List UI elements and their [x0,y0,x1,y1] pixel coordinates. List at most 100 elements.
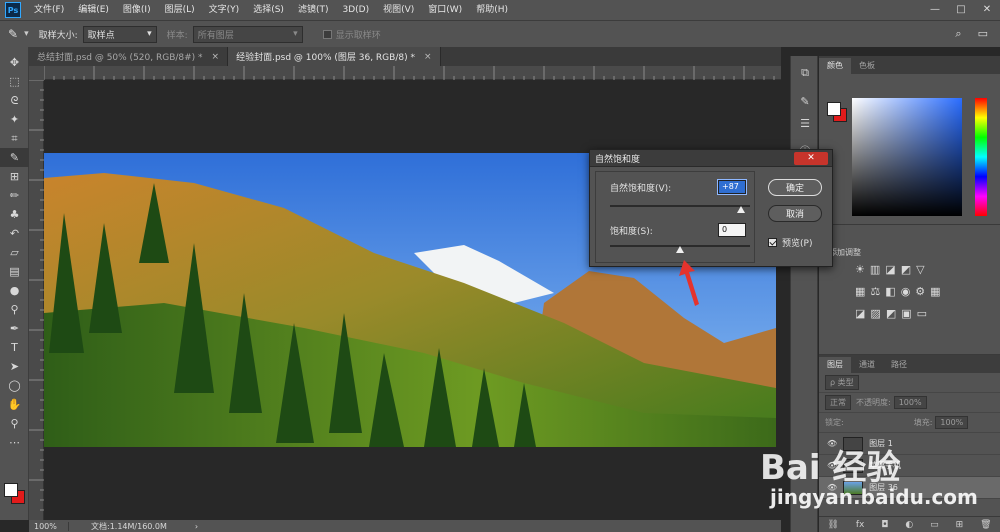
tab-swatches[interactable]: 色板 [851,58,883,74]
close-icon[interactable]: × [212,52,220,62]
ok-button[interactable]: 确定 [768,179,822,196]
menu-image[interactable]: 图像(I) [116,0,158,20]
foreground-color-swatch[interactable] [4,483,18,497]
pen-tool-icon[interactable]: ✒ [0,319,29,338]
tab-layers[interactable]: 图层 [819,357,851,373]
menu-view[interactable]: 视图(V) [376,0,421,20]
tab-experience-cover[interactable]: 经验封面.psd @ 100% (图层 36, RGB/8) * × [228,47,441,66]
more-tools-icon[interactable]: ⋯ [0,433,29,452]
tab-color[interactable]: 颜色 [819,58,851,74]
levels-icon[interactable]: ▥ [870,263,880,276]
type-tool-icon[interactable]: T [0,338,29,357]
brush-settings-icon[interactable]: ✎ [791,90,819,112]
sample-select[interactable]: 所有图层 ▾ [192,25,303,43]
menu-filter[interactable]: 滤镜(T) [291,0,336,20]
foreground-color-swatch[interactable] [827,102,841,116]
channel-mixer-icon[interactable]: ⚙ [915,285,925,298]
menu-edit[interactable]: 编辑(E) [71,0,116,20]
dodge-tool-icon[interactable]: ⚲ [0,300,29,319]
minimize-button[interactable]: — [922,0,948,20]
workspace-icon[interactable]: ▭ [978,27,988,41]
vibrance-input[interactable]: +87 [717,179,747,195]
menu-layer[interactable]: 图层(L) [158,0,202,20]
menu-type[interactable]: 文字(Y) [202,0,247,20]
eraser-tool-icon[interactable]: ▱ [0,243,29,262]
canvas-area[interactable] [44,81,781,520]
move-tool-icon[interactable]: ✥ [0,53,29,72]
opacity-input[interactable]: 100% [893,396,927,409]
brush-tool-icon[interactable]: ✏ [0,186,29,205]
color-lookup-icon[interactable]: ▦ [930,285,940,298]
new-group-icon[interactable]: ▭ [930,520,939,530]
magic-wand-tool-icon[interactable]: ✦ [0,110,29,129]
saturation-slider-handle[interactable] [676,246,684,253]
restore-button[interactable]: □ [948,0,974,20]
close-icon[interactable]: × [424,52,432,62]
zoom-level[interactable]: 100% [29,521,69,531]
menu-window[interactable]: 窗口(W) [421,0,469,20]
gradient-tool-icon[interactable]: ▤ [0,262,29,281]
vibrance-slider-track[interactable] [610,205,750,207]
menu-3d[interactable]: 3D(D) [335,0,376,20]
blur-tool-icon[interactable]: ● [0,281,29,300]
blend-mode-select[interactable]: 正常 [825,395,851,410]
chevron-down-icon[interactable]: ▾ [24,29,29,39]
invert-icon[interactable]: ◪ [855,307,865,320]
fx-icon[interactable]: fx [856,520,865,530]
saturation-input[interactable]: 0 [718,223,746,237]
lasso-tool-icon[interactable]: ᘓ [0,91,29,110]
preview-checkbox[interactable]: 预览(P) [768,236,812,249]
trash-icon[interactable]: 🗑 [980,520,991,530]
color-balance-icon[interactable]: ⚖ [870,285,880,298]
eyedropper-icon[interactable]: ✎ [8,27,18,41]
menu-file[interactable]: 文件(F) [27,0,71,20]
link-layers-icon[interactable]: ⛓ [827,520,838,530]
layer-filter-select[interactable]: ρ 类型 [825,375,859,390]
vibrance-slider-handle[interactable] [736,206,745,213]
properties-icon[interactable]: ☰ [791,112,819,134]
fill-input[interactable]: 100% [935,416,969,429]
add-mask-icon[interactable]: ◘ [881,520,888,530]
gradient-map-icon[interactable]: ▭ [917,307,927,320]
new-layer-icon[interactable]: ⊞ [956,520,964,530]
dialog-title-bar[interactable]: 自然饱和度 ✕ [590,150,832,167]
history-brush-tool-icon[interactable]: ↶ [0,224,29,243]
clone-stamp-tool-icon[interactable]: ♣ [0,205,29,224]
color-picker-field[interactable] [852,98,962,216]
threshold-icon[interactable]: ◩ [886,307,896,320]
curves-icon[interactable]: ◪ [885,263,895,276]
menu-select[interactable]: 选择(S) [246,0,291,20]
selective-color-icon[interactable]: ▣ [901,307,911,320]
path-selection-tool-icon[interactable]: ➤ [0,357,29,376]
brightness-icon[interactable]: ☀ [855,263,865,276]
tab-paths[interactable]: 路径 [883,357,915,373]
cancel-button[interactable]: 取消 [768,205,822,222]
posterize-icon[interactable]: ▨ [870,307,880,320]
vibrance-icon[interactable]: ▽ [916,263,924,276]
dialog-close-button[interactable]: ✕ [794,151,828,165]
hand-tool-icon[interactable]: ✋ [0,395,29,414]
hue-slider[interactable] [975,98,987,216]
exposure-icon[interactable]: ◩ [901,263,911,276]
photo-filter-icon[interactable]: ◉ [901,285,911,298]
new-adjustment-icon[interactable]: ◐ [905,520,913,530]
close-button[interactable]: ✕ [974,0,1000,20]
tab-summary-cover[interactable]: 总结封面.psd @ 50% (520, RGB/8#) * × [29,47,229,66]
marquee-tool-icon[interactable]: ⬚ [0,72,29,91]
sample-size-select[interactable]: 取样点 ▾ [82,25,157,43]
crop-tool-icon[interactable]: ⌗ [0,129,29,148]
vertical-ruler[interactable] [29,79,44,520]
eyedropper-tool-icon[interactable]: ✎ [0,148,29,167]
zoom-tool-icon[interactable]: ⚲ [0,414,29,433]
menu-help[interactable]: 帮助(H) [469,0,515,20]
search-icon[interactable]: ⌕ [955,27,961,41]
show-sampling-ring-checkbox[interactable]: 显示取样环 [322,28,381,41]
ellipse-tool-icon[interactable]: ◯ [0,376,29,395]
document-info[interactable]: 文档:1.14M/160.0M [69,521,167,532]
horizontal-ruler[interactable] [43,66,781,80]
status-menu-arrow-icon[interactable]: › [195,522,198,531]
hue-saturation-icon[interactable]: ▦ [855,285,865,298]
black-white-icon[interactable]: ◧ [885,285,895,298]
healing-brush-tool-icon[interactable]: ⊞ [0,167,29,186]
tab-channels[interactable]: 通道 [851,357,883,373]
